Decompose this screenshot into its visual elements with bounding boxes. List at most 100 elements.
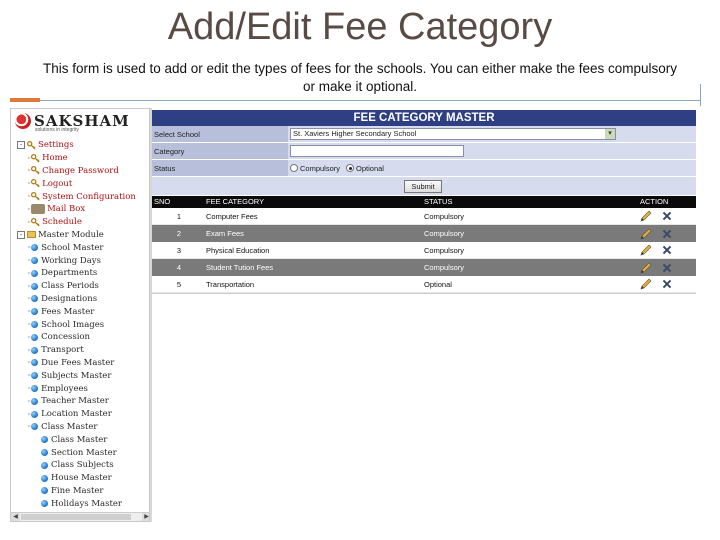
sidebar-item[interactable]: ·· Transport [11,344,149,357]
sidebar-item[interactable]: ·· Logout [11,177,149,190]
submit-button[interactable]: Submit [404,179,442,193]
fee-category-table: 1 Computer Fees Compulsory 2 Exam Fees Compul… [152,208,696,293]
delete-x-icon[interactable] [662,263,672,273]
status-radio-optional[interactable]: Optional [346,164,384,173]
bullet-icon [31,321,39,329]
delete-x-icon[interactable] [662,245,672,255]
decor-rule [40,100,700,101]
bullet-icon [41,461,48,469]
sidebar-item[interactable]: ·· Fees Master [11,305,149,318]
sidebar-item-label: Home [42,153,68,164]
cell-action [640,259,696,276]
sidebar-item-label: Due Fees Master [41,357,115,368]
cell-action [640,242,696,258]
radio-optional-icon[interactable] [346,164,355,172]
sidebar-item[interactable]: ·· Due Fees Master [11,357,149,370]
scroll-left-arrow-icon[interactable]: ◀ [11,513,20,521]
sidebar-item[interactable]: ·· Change Password [11,165,149,178]
sidebar-item[interactable]: Holidays Master [11,497,149,510]
sidebar-item[interactable]: ·· Class Master [11,421,149,434]
school-select-value: St. Xaviers Higher Secondary School [293,129,417,138]
sidebar-item-label: Concession [41,332,91,343]
edit-pencil-icon[interactable] [640,244,652,256]
sidebar-item[interactable]: ·· System Configuration [11,190,149,203]
edit-pencil-icon[interactable] [640,210,652,222]
bullet-icon [31,282,39,290]
sidebar-item[interactable]: ·· Designations [11,293,149,306]
decor-accent [10,98,40,102]
sidebar-item-label: Location Master [41,409,112,420]
slide-title: Add/Edit Fee Category [167,6,553,48]
tree-connector: ·· [27,281,31,291]
sidebar-item[interactable]: Section Master [11,446,149,459]
sidebar-item-label: System Configuration [42,191,136,202]
sidebar-item-label: Class Master [41,421,98,432]
cell-fee-category: Physical Education [206,246,270,255]
scroll-thumb[interactable] [21,514,131,520]
sidebar-item[interactable]: - Master Module [11,229,149,242]
sidebar-item[interactable]: ·· Teacher Master [11,395,149,408]
key-icon [31,179,40,188]
sidebar-item[interactable]: ·· Class Periods [11,280,149,293]
sidebar-item-label: Class Periods [41,281,99,292]
sidebar-item[interactable]: Fine Master [11,485,149,498]
tree-collapse-icon[interactable]: - [17,141,25,150]
sidebar-item[interactable]: Class Subjects [11,459,149,472]
sidebar-item-label: Designations [41,293,98,304]
col-fee-category: FEE CATEGORY [206,197,265,206]
status-radio-compulsory[interactable]: Compulsory [290,164,340,173]
sidebar-item-label: Employees [41,383,88,394]
cell-status: Compulsory [424,263,465,272]
delete-x-icon[interactable] [662,211,672,221]
tree-connector: ·· [27,192,31,202]
sidebar-item[interactable]: ·· Concession [11,331,149,344]
sidebar-item-label: Change Password [42,165,119,176]
sidebar-item[interactable]: ·· Home [11,152,149,165]
sidebar-item[interactable]: ·· Employees [11,382,149,395]
tree-connector: ·· [27,179,31,189]
sidebar-item[interactable]: ·· Departments [11,267,149,280]
sidebar-item[interactable]: ·· School Master [11,241,149,254]
radio-compulsory-icon[interactable] [290,164,298,172]
sidebar-item[interactable]: Class Master [11,433,149,446]
radio-optional-label: Optional [356,163,384,173]
tree-collapse-icon[interactable]: - [17,230,25,239]
submit-row: Submit [152,177,696,195]
tree-connector: ·· [27,204,31,214]
cell-sno: 2 [176,229,182,238]
tree-connector: ·· [27,153,31,163]
school-select[interactable]: St. Xaviers Higher Secondary School ▾ [290,128,616,140]
sidebar-item[interactable]: ·· Working Days [11,254,149,267]
slide: Add/Edit Fee Category This form is used … [0,0,720,540]
sidebar-item[interactable]: ·· Mail Box [11,203,149,216]
chevron-down-icon[interactable]: ▾ [605,129,615,139]
edit-pencil-icon[interactable] [640,278,652,290]
sidebar-item[interactable]: ·· Location Master [11,408,149,421]
sidebar-item-label: Teacher Master [41,396,109,407]
sidebar-item[interactable]: ·· Schedule [11,216,149,229]
sidebar-item[interactable]: ·· School Images [11,318,149,331]
category-input[interactable] [290,145,464,157]
sidebar-item-label: Departments [41,268,98,279]
scroll-right-arrow-icon[interactable]: ▶ [142,513,149,521]
delete-x-icon[interactable] [662,229,672,239]
delete-x-icon[interactable] [662,279,672,289]
sidebar-item[interactable]: ·· Subjects Master [11,369,149,382]
fee-category-panel: FEE CATEGORY MASTER Select School St. Xa… [152,110,696,294]
cell-status: Compulsory [424,212,465,221]
sidebar-item-label: Class Master [51,434,108,445]
tree-connector: ·· [27,217,31,227]
edit-pencil-icon[interactable] [640,262,652,274]
sidebar-item[interactable]: House Master [11,472,149,485]
mailbox-icon [31,204,46,215]
bullet-icon [31,423,39,431]
cell-status: Compulsory [424,246,465,255]
cell-fee-category: Computer Fees [206,212,258,221]
sidebar-item[interactable]: - Settings [11,139,149,152]
sidebar-item-label: School Images [41,319,105,330]
horizontal-scrollbar[interactable]: ◀ ▶ [11,512,149,521]
tree-connector: ·· [27,409,31,419]
sidebar-item-label: School Master [41,242,104,253]
status-cell: Compulsory Optional [288,160,696,176]
edit-pencil-icon[interactable] [640,228,652,240]
